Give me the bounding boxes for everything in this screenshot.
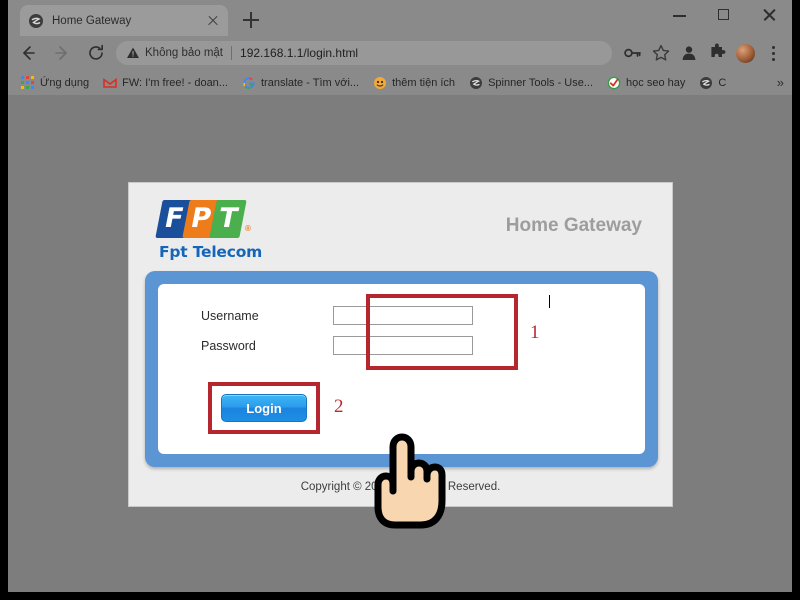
password-label: Password (201, 338, 256, 353)
browser-chrome: Home Gateway Không bảo mật 192.168.1.1/l… (8, 0, 792, 96)
security-status-text: Không bảo mật (145, 47, 224, 59)
bookmark-label: thêm tiện ích (392, 76, 456, 89)
bookmark-gmail[interactable]: FW: I'm free! - doan... (96, 73, 235, 93)
login-panel: Username Password Login 1 2 (145, 271, 658, 467)
browser-window: Home Gateway Không bảo mật 192.168.1.1/l… (0, 0, 800, 600)
back-arrow-icon[interactable] (14, 39, 42, 67)
bookmark-label: translate - Tìm với... (260, 76, 360, 89)
bookmark-label: FW: I'm free! - doan... (122, 76, 228, 89)
smiley-icon (373, 76, 387, 90)
browser-toolbar: Không bảo mật 192.168.1.1/login.html (8, 36, 792, 70)
logo-wordmark: Fpt Telecom (159, 243, 263, 261)
bookmark-spinner-tools[interactable]: Spinner Tools - Use... (462, 73, 600, 93)
registered-mark-icon: ® (245, 224, 251, 233)
bookmark-c[interactable]: C (692, 73, 733, 93)
bookmark-hoc-seo-hay[interactable]: học seo hay (600, 73, 692, 93)
key-icon[interactable] (620, 40, 646, 66)
fpt-logo-letters: F P T ® (155, 200, 257, 240)
password-row: Password (158, 336, 473, 355)
bookmark-apps[interactable]: Ứng dụng (14, 73, 96, 93)
gmail-icon (103, 76, 117, 90)
bookmark-star-icon[interactable] (648, 40, 674, 66)
tab-close-icon[interactable] (206, 14, 220, 28)
minimize-icon[interactable] (657, 0, 702, 30)
logo-letter-t: T (209, 200, 247, 238)
text-caret (549, 295, 550, 308)
page-viewport: F P T ® Fpt Telecom Home Gateway Usernam… (8, 95, 792, 592)
bookmarks-bar: Ứng dụng FW: I'm free! - doan... transla… (8, 70, 792, 96)
globe-icon (28, 13, 44, 29)
new-tab-button[interactable] (240, 9, 262, 31)
bookmark-extension[interactable]: thêm tiện ích (366, 73, 462, 93)
login-form: Username Password Login 1 2 (158, 284, 645, 454)
bookmark-label: học seo hay (626, 76, 686, 89)
reload-icon[interactable] (82, 39, 110, 67)
address-bar[interactable]: Không bảo mật 192.168.1.1/login.html (116, 41, 612, 65)
password-input[interactable] (333, 336, 473, 355)
google-icon (242, 76, 256, 90)
avatar[interactable] (732, 40, 758, 66)
omnibox-divider (231, 46, 233, 60)
warning-triangle-icon (126, 46, 140, 60)
forward-arrow-icon[interactable] (48, 39, 76, 67)
extensions-puzzle-icon[interactable] (704, 40, 730, 66)
username-label: Username (201, 308, 259, 323)
bookmark-label: Ứng dụng (40, 76, 90, 89)
page-title: Home Gateway (505, 215, 642, 236)
username-input[interactable] (333, 306, 473, 325)
bookmark-label: Spinner Tools - Use... (488, 76, 594, 89)
globe-icon (469, 76, 483, 90)
bookmarks-overflow-button[interactable]: » (777, 75, 784, 90)
annotation-number-2: 2 (334, 396, 344, 417)
maximize-icon[interactable] (702, 0, 747, 30)
annotation-number-1: 1 (530, 322, 540, 343)
apps-grid-icon (21, 75, 35, 90)
login-button[interactable]: Login (221, 394, 307, 422)
username-row: Username (158, 306, 473, 325)
profile-icon[interactable] (676, 40, 702, 66)
card-header: F P T ® Fpt Telecom Home Gateway (129, 183, 672, 271)
check-circle-icon (607, 76, 621, 90)
login-card: F P T ® Fpt Telecom Home Gateway Usernam… (128, 182, 673, 507)
fpt-telecom-logo: F P T ® Fpt Telecom (155, 200, 289, 261)
bookmark-label: C (718, 76, 727, 89)
tab-strip: Home Gateway (8, 0, 792, 36)
close-icon[interactable] (747, 0, 792, 30)
browser-tab[interactable]: Home Gateway (20, 5, 228, 36)
chrome-menu-icon[interactable] (760, 40, 786, 66)
tab-title: Home Gateway (52, 14, 132, 27)
globe-icon (699, 76, 713, 90)
url-text: 192.168.1.1/login.html (240, 46, 359, 60)
copyright-text: Copyright © 2020, All Rights Reserved. (300, 481, 501, 493)
window-controls (657, 0, 792, 30)
bookmark-translate[interactable]: translate - Tìm với... (235, 73, 366, 93)
